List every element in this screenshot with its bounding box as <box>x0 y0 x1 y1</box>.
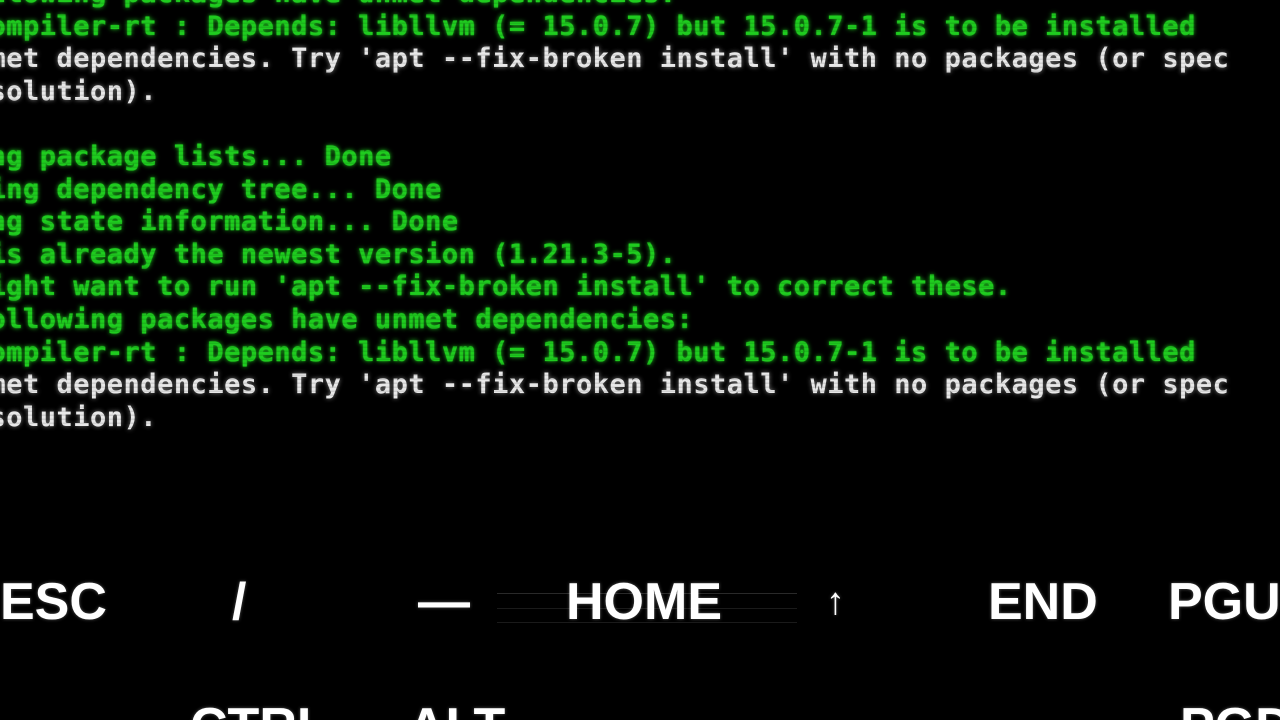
terminal-line: ding state information... Done <box>0 206 459 238</box>
terminal-line: following packages have unmet dependenci… <box>0 303 694 335</box>
key-pgup[interactable]: PGUP <box>1168 560 1280 644</box>
terminal-line: bcompiler-rt : Depends: libllvm (= 15.0.… <box>0 10 1196 42</box>
keyboard-row-navigation: ESC / — HOME ↑ END PGUP <box>0 560 1280 644</box>
key-arrow-up-icon[interactable]: ↑ <box>826 560 845 644</box>
key-pgdn[interactable]: PGDN <box>1180 685 1280 720</box>
key-esc[interactable]: ESC <box>0 560 107 644</box>
terminal-line: ding package lists... Done <box>0 140 392 172</box>
key-slash[interactable]: / <box>232 560 246 644</box>
terminal-line: might want to run 'apt --fix-broken inst… <box>0 271 1012 303</box>
terminal-line: bcompiler-rt : Depends: libllvm (= 15.0.… <box>0 336 1196 368</box>
terminal-output-pane[interactable]: following packages have unmet dependenci… <box>0 0 1280 560</box>
key-end[interactable]: END <box>988 560 1098 644</box>
terminal-line: solution). <box>0 401 158 433</box>
keyboard-row-modifiers: CTRL ALT PGDN <box>0 685 1280 720</box>
on-screen-keyboard[interactable]: ESC / — HOME ↑ END PGUP CTRL ALT PGDN <box>0 560 1280 720</box>
terminal-line: following packages have unmet dependenci… <box>0 0 1280 11</box>
terminal-line: solution). <box>0 75 158 107</box>
terminal-line: lding dependency tree... Done <box>0 173 442 205</box>
key-ctrl[interactable]: CTRL <box>190 685 329 720</box>
terminal-line: Unmet dependencies. Try 'apt --fix-broke… <box>0 43 1230 75</box>
terminal-line: t is already the newest version (1.21.3-… <box>0 238 677 270</box>
terminal-line: Unmet dependencies. Try 'apt --fix-broke… <box>0 369 1230 401</box>
key-home[interactable]: HOME <box>566 560 722 644</box>
terminal-line-list: following packages have unmet dependenci… <box>0 0 1280 434</box>
key-alt[interactable]: ALT <box>408 685 505 720</box>
key-minus[interactable]: — <box>418 560 470 644</box>
